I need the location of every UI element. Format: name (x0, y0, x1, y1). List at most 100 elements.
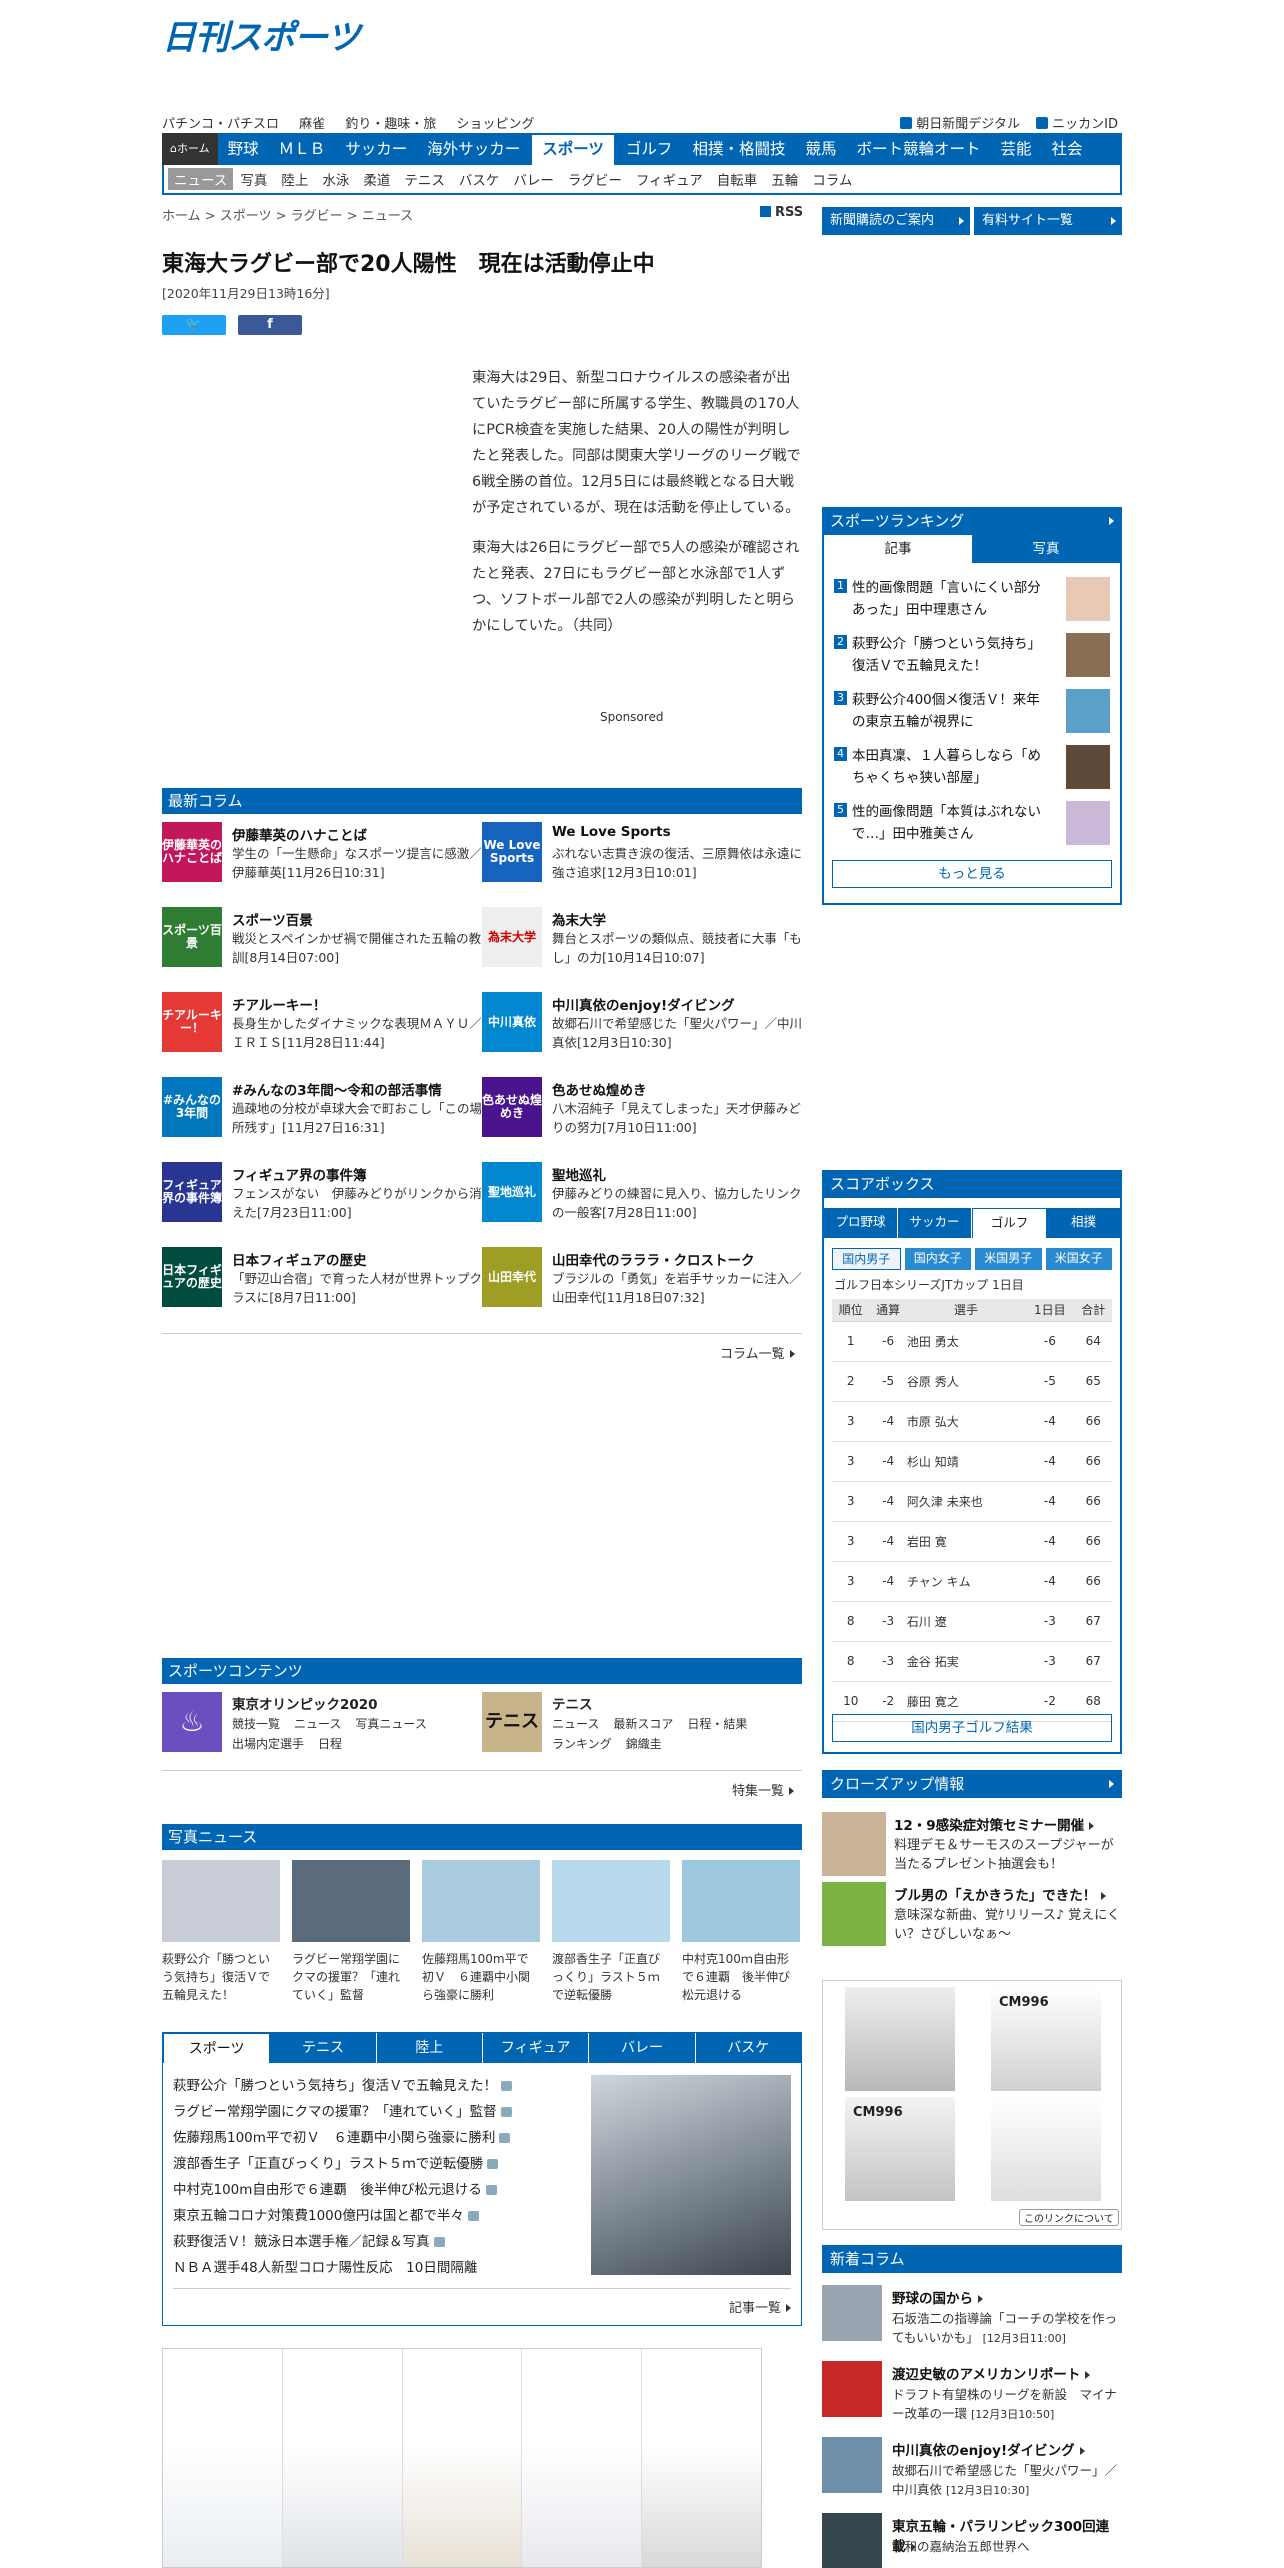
tab-sports[interactable]: スポーツ (163, 2033, 271, 2063)
subnav-volleyball[interactable]: バレー (506, 169, 561, 189)
photo-news-item[interactable]: 中村克100ｍ自由形で６連覇 後半伸び松元退ける (682, 1860, 800, 2004)
news-list-item[interactable]: 佐藤翔馬100m平で初Ｖ ６連覇中小関ら強豪に勝利 (173, 2125, 573, 2151)
ranking-item[interactable]: 2 萩野公介「勝つという気持ち」復活Ｖで五輪見えた！ (824, 629, 1120, 685)
olympics-link[interactable]: 競技一覧 (232, 1714, 280, 1734)
twitter-share-button[interactable]: 🐦 (162, 315, 226, 335)
gnav-society[interactable]: 社会 (1042, 133, 1093, 165)
column-item[interactable]: 伊藤華英のハナことば 伊藤華英のハナことば 学生の「一生懸命」なスポーツ提言に感激／… (162, 822, 482, 892)
column-item[interactable]: 日本フィギュアの歴史 日本フィギュアの歴史 「野辺山合宿」で育った人材が世界トップク… (162, 1247, 482, 1317)
column-item[interactable]: #みんなの3年間 #みんなの3年間～令和の部活事情 過疎地の分校が卓球大会で町おこし… (162, 1077, 482, 1147)
column-item[interactable]: We Love Sports We Love Sports ぶれない志貫き涙の復活、… (482, 822, 802, 892)
subnav-basketball[interactable]: バスケ (452, 169, 507, 189)
news-list-item[interactable]: 萩野公介「勝つという気持ち」復活Ｖで五輪見えた！ (173, 2073, 573, 2099)
subnav-news[interactable]: ニュース (168, 168, 234, 190)
tennis-link[interactable]: ランキング (552, 1734, 612, 1754)
tab-news-more-link[interactable]: 記事一覧 (729, 2297, 791, 2316)
column-item[interactable]: チアルーキー！ チアルーキー！ 長身生かしたダイナミックな表現ＭＡＹＵ／ＩＲＩＳ[1… (162, 992, 482, 1062)
gnav-boat[interactable]: ボート競輪オート (846, 133, 990, 165)
tab-tennis[interactable]: テニス (270, 2033, 377, 2063)
ranking-tab-articles[interactable]: 記事 (824, 535, 972, 563)
photo-news-item[interactable]: 萩野公介「勝つという気持ち」復活Ｖで五輪見えた！ (162, 1860, 280, 2004)
tab-news-photo[interactable] (591, 2075, 791, 2275)
tab-athletics[interactable]: 陸上 (376, 2033, 483, 2063)
site-logo[interactable]: 日刊スポーツ (162, 10, 360, 59)
breadcrumb[interactable]: ホーム > スポーツ > ラグビー > ニュース (162, 205, 413, 224)
subnav-athletics[interactable]: 陸上 (274, 169, 315, 189)
gnav-keiba[interactable]: 競馬 (795, 133, 846, 165)
tennis-link[interactable]: 日程・結果 (687, 1714, 747, 1734)
column-item[interactable]: 中川真依 中川真依のenjoy!ダイビング 故郷石川で希望感じた「聖火パワー」／中川… (482, 992, 802, 1062)
scorebox-tab-baseball[interactable]: プロ野球 (824, 1208, 898, 1238)
subnav-cycling[interactable]: 自転車 (710, 169, 765, 189)
ad-item-watch[interactable] (402, 2349, 523, 2567)
ranking-item[interactable]: 1 性的画像問題「言いにくい部分あった」田中理恵さん (824, 573, 1120, 629)
scorebox-tab-sumo[interactable]: 相撲 (1047, 1208, 1120, 1238)
new-column-item[interactable]: 野球の国から 石坂浩二の指導論「コーチの学校を作ってもいいかも」 [12月3日11:… (822, 2285, 1122, 2347)
toplink-mahjong[interactable]: 麻雀 (299, 113, 325, 132)
scorebox-tab-golf[interactable]: ゴルフ (972, 1208, 1047, 1238)
news-list-item[interactable]: 渡部香生子「正直びっくり」ラスト５ｍで逆転優勝 (173, 2151, 573, 2177)
ranking-item[interactable]: 3 萩野公介400個メ復活Ｖ！来年の東京五輪が視界に (824, 685, 1120, 741)
news-list-item[interactable]: 萩野復活Ｖ！競泳日本選手権／記録＆写真 (173, 2229, 573, 2255)
tab-volleyball[interactable]: バレー (589, 2033, 696, 2063)
features-more-link[interactable]: 特集一覧 (732, 1780, 795, 1799)
subtab-jp-women[interactable]: 国内女子 (904, 1248, 971, 1270)
shoe-ad[interactable]: CM996 CM996 このリンクについて (822, 1980, 1122, 2230)
gnav-soccer[interactable]: サッカー (335, 133, 417, 165)
ad-item-balls[interactable] (522, 2349, 643, 2567)
ad-shoe-3[interactable]: CM996 (845, 2097, 955, 2201)
facebook-share-button[interactable]: f (238, 315, 302, 335)
subnav-photo[interactable]: 写真 (233, 169, 274, 189)
paid-sites-button[interactable]: 有料サイト一覧 (974, 207, 1122, 235)
gnav-sumo[interactable]: 相撲・格闘技 (682, 133, 795, 165)
subtab-jp-men[interactable]: 国内男子 (832, 1248, 901, 1270)
ad-shoe-1[interactable] (845, 1987, 955, 2091)
gnav-world-soccer[interactable]: 海外サッカー (417, 133, 530, 165)
gnav-baseball[interactable]: 野球 (218, 133, 269, 165)
ad-about-link[interactable]: このリンクについて (1019, 2209, 1119, 2226)
subnav-swimming[interactable]: 水泳 (315, 169, 356, 189)
ranking-header[interactable]: スポーツランキング (822, 507, 1122, 535)
shopping-ad[interactable] (162, 2348, 762, 2568)
column-item[interactable]: 色あせぬ煌めき 色あせぬ煌めき 八木沼純子「見えてしまった」天才伊藤みどりの努力[7… (482, 1077, 801, 1147)
columns-more-link[interactable]: コラム一覧 (720, 1343, 795, 1362)
gnav-mlb[interactable]: ＭＬＢ (269, 133, 336, 165)
tennis-link[interactable]: 最新スコア (613, 1714, 673, 1734)
asahi-link[interactable]: 朝日新聞デジタル (900, 113, 1020, 132)
olympics-link[interactable]: 写真ニュース (355, 1714, 426, 1734)
subnav-figure[interactable]: フィギュア (629, 169, 710, 189)
news-list-item[interactable]: ＮＢＡ選手48人新型コロナ陽性反応 10日間隔離 (173, 2255, 573, 2281)
nikkan-id-link[interactable]: ニッカンID (1036, 113, 1118, 132)
toplink-pachinko[interactable]: パチンコ・パチスロ (162, 113, 279, 132)
subnav-column[interactable]: コラム (805, 169, 859, 189)
subnav-judo[interactable]: 柔道 (356, 169, 397, 189)
toplink-shopping[interactable]: ショッピング (456, 113, 534, 132)
toplink-fishing[interactable]: 釣り・趣味・旅 (345, 113, 436, 132)
photo-news-item[interactable]: ラグビー常翔学園にクマの援軍？「連れていく」監督 (292, 1860, 410, 2004)
ad-shoe-4[interactable] (991, 2097, 1101, 2201)
tab-basketball[interactable]: バスケ (695, 2033, 801, 2063)
subscribe-button[interactable]: 新聞購読のご案内 (822, 207, 970, 235)
column-item[interactable]: スポーツ百景 スポーツ百景 戦災とスペインかぜ禍で開催された五輪の教訓[8月14日0… (162, 907, 481, 977)
ranking-item[interactable]: 4 本田真凜、１人暮らしなら「めちゃくちゃ狭い部屋」 (824, 741, 1120, 797)
ad-shoe-2[interactable]: CM996 (991, 1987, 1101, 2091)
column-item[interactable]: フィギュア界の事件簿 フィギュア界の事件簿 フェンスがない 伊藤みどりがリンクから消… (162, 1162, 482, 1232)
ranking-more-button[interactable]: もっと見る (832, 860, 1112, 888)
new-column-item[interactable]: 東京五輪・パラリンピック300回連載 令和の嘉納治五郎世界へ (822, 2513, 1122, 2568)
ad-item-rangefinder[interactable] (282, 2349, 403, 2567)
photo-news-item[interactable]: 渡部香生子「正直びっくり」ラスト５ｍで逆転優勝 (552, 1860, 670, 2004)
photo-news-item[interactable]: 佐藤翔馬100m平で初Ｖ ６連覇中小関ら強豪に勝利 (422, 1860, 540, 2004)
gnav-golf[interactable]: ゴルフ (616, 133, 683, 165)
closeup-item[interactable]: ブル男の「えかきうた」できた！ 意味深な新曲、覚ｹリリース♪ 覚えにくい？さびし… (822, 1882, 1122, 1946)
olympics-link[interactable]: 出場内定選手 (232, 1734, 304, 1754)
ad-item-golf-balls[interactable] (163, 2349, 283, 2567)
subtab-us-men[interactable]: 米国男子 (975, 1248, 1042, 1270)
golf-results-button[interactable]: 国内男子ゴルフ結果 (832, 1714, 1112, 1742)
rss-link[interactable]: RSS (760, 205, 803, 220)
news-list-item[interactable]: 中村克100m自由形で６連覇 後半伸び松元退ける (173, 2177, 573, 2203)
gnav-sports[interactable]: スポーツ (530, 133, 616, 165)
olympics-link[interactable]: 日程 (318, 1734, 342, 1754)
ranking-tab-photos[interactable]: 写真 (972, 535, 1120, 563)
new-column-item[interactable]: 渡辺史敏のアメリカンリポート ドラフト有望株のリーグを新設 マイナー改革の一環 [1… (822, 2361, 1122, 2423)
olympics-link[interactable]: ニュース (294, 1714, 341, 1734)
